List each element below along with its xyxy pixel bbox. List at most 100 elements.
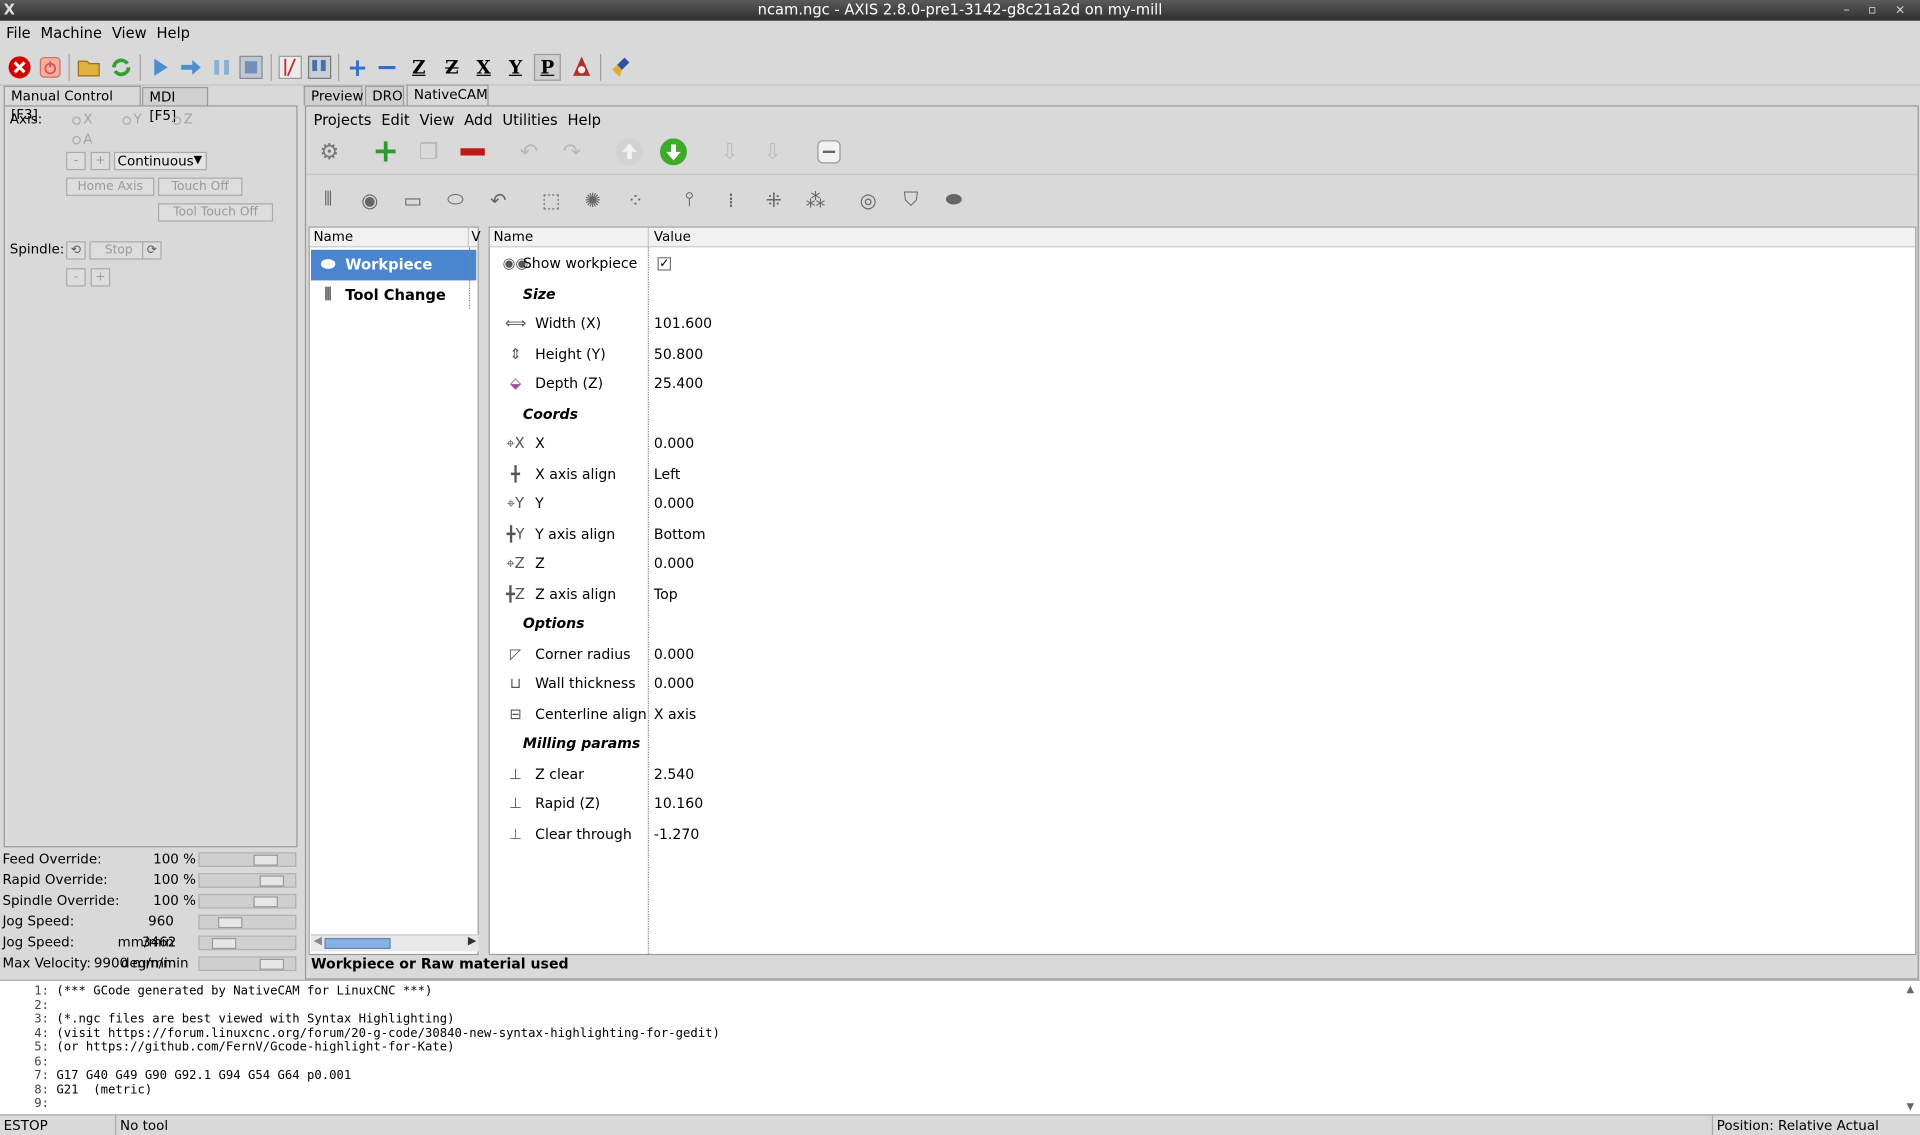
rectangle-feature-icon[interactable]: ▭ bbox=[398, 185, 427, 214]
prop-value[interactable]: 50.800 bbox=[654, 339, 703, 369]
prop-group-size[interactable]: Size bbox=[490, 279, 1910, 309]
home-axis-button[interactable]: Home Axis bbox=[66, 177, 155, 196]
prop-group-milling-params[interactable]: Milling params bbox=[490, 729, 1910, 759]
prop-wall-thickness[interactable]: ⊔ Wall thickness 0.000 bbox=[490, 669, 1910, 699]
tool-change-feature-icon[interactable]: ⫴ bbox=[313, 185, 342, 214]
prop-value[interactable]: Left bbox=[654, 459, 680, 489]
axis-z-radio[interactable]: Z bbox=[172, 111, 193, 127]
move-up-icon[interactable] bbox=[613, 136, 645, 168]
axis-a-radio[interactable]: A bbox=[72, 131, 92, 147]
spindle-minus-button[interactable]: - bbox=[66, 268, 86, 287]
indent-icon[interactable]: ⇩ bbox=[714, 136, 746, 168]
prop-height-y[interactable]: ⇕ Height (Y) 50.800 bbox=[490, 339, 1910, 369]
jog-minus-button[interactable]: - bbox=[66, 151, 86, 171]
prop-value[interactable]: 0.000 bbox=[654, 429, 694, 459]
spindle-plus-button[interactable]: + bbox=[90, 268, 111, 287]
prop-x[interactable]: ⌖X X 0.000 bbox=[490, 429, 1910, 459]
tree-header-name[interactable]: Name bbox=[313, 229, 353, 245]
tree-item-workpiece[interactable]: ⬬ Workpiece bbox=[311, 249, 477, 281]
bounding-circle-icon[interactable]: ⬚ bbox=[536, 185, 565, 214]
spindle-override-slider[interactable] bbox=[198, 893, 297, 909]
stop-icon[interactable] bbox=[238, 54, 265, 81]
clear-plot-icon[interactable] bbox=[609, 54, 636, 81]
property-header-name[interactable]: Name bbox=[493, 229, 533, 245]
scroll-down-icon[interactable]: ▼ bbox=[1907, 1101, 1915, 1112]
drill-circle-pattern-icon[interactable]: ✺ bbox=[578, 185, 607, 214]
slider-handle[interactable] bbox=[259, 958, 285, 970]
prop-z-axis-align[interactable]: ╋Z Z axis align Top bbox=[490, 579, 1910, 609]
slot-feature-icon[interactable]: ⬭ bbox=[441, 185, 470, 214]
prop-group-options[interactable]: Options bbox=[490, 609, 1910, 639]
optional-stop-icon[interactable] bbox=[306, 54, 333, 81]
probe-icon[interactable]: ◎ bbox=[853, 185, 882, 214]
drill-line-icon[interactable]: ⁜ bbox=[759, 185, 788, 214]
tab-dro[interactable]: DRO bbox=[364, 85, 405, 106]
duplicate-icon[interactable]: ❐ bbox=[413, 136, 445, 168]
add-icon[interactable]: + bbox=[370, 133, 402, 170]
view-z2-icon[interactable]: Z bbox=[438, 54, 465, 81]
tab-nativecam[interactable]: NativeCAM bbox=[406, 84, 489, 106]
outdent-icon[interactable]: ⇩ bbox=[757, 136, 789, 168]
step-icon[interactable] bbox=[178, 54, 205, 81]
view-z-icon[interactable]: Z bbox=[405, 54, 432, 81]
prop-group-coords[interactable]: Coords bbox=[490, 399, 1910, 429]
prop-value[interactable]: -1.270 bbox=[654, 819, 699, 849]
tool-icon[interactable]: ⛉ bbox=[896, 185, 925, 214]
spindle-stop-button[interactable]: Stop bbox=[89, 241, 149, 260]
tree-header-v[interactable]: V bbox=[467, 227, 481, 248]
menu-file[interactable]: File bbox=[0, 21, 34, 41]
zoom-in-icon[interactable]: + bbox=[344, 53, 371, 82]
ncam-menu-utilities[interactable]: Utilities bbox=[497, 108, 562, 128]
tree-item-tool-change[interactable]: ⫴ Tool Change bbox=[311, 280, 476, 311]
circle-feature-icon[interactable]: ◉ bbox=[355, 185, 384, 214]
gcode-viewer[interactable]: 1: (*** GCode generated by NativeCAM for… bbox=[0, 979, 1920, 1115]
touch-off-button[interactable]: Touch Off bbox=[157, 177, 243, 196]
jog-plus-button[interactable]: + bbox=[90, 151, 111, 171]
prop-show-workpiece[interactable]: ◉◉ Show workpiece ✓ bbox=[490, 249, 1910, 279]
prop-value[interactable]: 2.540 bbox=[654, 759, 694, 789]
ncam-menu-add[interactable]: Add bbox=[459, 108, 497, 128]
collapse-icon[interactable] bbox=[813, 136, 845, 168]
window-controls[interactable]: – ▫ × bbox=[1843, 0, 1912, 21]
prop-value[interactable]: Bottom bbox=[654, 519, 706, 549]
slider-handle[interactable] bbox=[252, 854, 278, 866]
move-down-icon[interactable] bbox=[658, 136, 690, 168]
prop-x-axis-align[interactable]: ╋ X axis align Left bbox=[490, 459, 1910, 489]
prop-value[interactable]: 25.400 bbox=[654, 369, 703, 399]
tab-preview[interactable]: Preview bbox=[303, 85, 363, 106]
tool-touch-off-button[interactable]: Tool Touch Off bbox=[157, 203, 274, 222]
jog-speed-slider[interactable] bbox=[198, 914, 297, 930]
menu-help[interactable]: Help bbox=[150, 21, 193, 41]
spindle-ccw-icon[interactable]: ⟲ bbox=[66, 241, 86, 260]
arc-slot-feature-icon[interactable]: ↶ bbox=[484, 185, 513, 214]
prop-y[interactable]: ⌖Y Y 0.000 bbox=[490, 489, 1910, 519]
tree-hscrollbar[interactable]: ◀ ▶ bbox=[311, 934, 479, 952]
max-velocity-slider[interactable] bbox=[198, 956, 297, 972]
drill-grid-pattern-icon[interactable]: ⁘ bbox=[621, 185, 650, 214]
prop-corner-radius[interactable]: ◸ Corner radius 0.000 bbox=[490, 639, 1910, 669]
axis-x-radio[interactable]: X bbox=[72, 111, 93, 127]
delete-icon[interactable] bbox=[457, 136, 489, 168]
prop-value[interactable]: X axis bbox=[654, 699, 696, 729]
power-icon[interactable] bbox=[37, 54, 64, 81]
slider-handle[interactable] bbox=[252, 896, 278, 908]
ncam-menu-edit[interactable]: Edit bbox=[376, 108, 414, 128]
prop-y-axis-align[interactable]: ╋Y Y axis align Bottom bbox=[490, 519, 1910, 549]
prop-value[interactable]: 0.000 bbox=[654, 549, 694, 579]
tab-mdi[interactable]: MDI [F5] bbox=[142, 86, 209, 124]
open-icon[interactable] bbox=[76, 54, 103, 81]
single-drill-icon[interactable]: ⫯ bbox=[675, 185, 704, 214]
block-delete-icon[interactable] bbox=[277, 54, 304, 81]
spindle-cw-icon[interactable]: ⟳ bbox=[142, 241, 162, 260]
show-workpiece-checkbox[interactable]: ✓ bbox=[657, 257, 672, 271]
slider-handle[interactable] bbox=[217, 917, 242, 929]
prop-value[interactable]: 10.160 bbox=[654, 789, 703, 819]
ncam-menu-projects[interactable]: Projects bbox=[309, 108, 377, 128]
gcode-vscrollbar[interactable]: ▲ ▼ bbox=[1907, 983, 1918, 1112]
redo-icon[interactable]: ↷ bbox=[556, 136, 588, 168]
prop-z[interactable]: ⌖Z Z 0.000 bbox=[490, 549, 1910, 579]
drill-polar-icon[interactable]: ⁂ bbox=[801, 185, 830, 214]
run-icon[interactable] bbox=[147, 54, 174, 81]
prop-value[interactable]: 101.600 bbox=[654, 309, 712, 339]
prop-width-x[interactable]: ⟺ Width (X) 101.600 bbox=[490, 309, 1910, 339]
